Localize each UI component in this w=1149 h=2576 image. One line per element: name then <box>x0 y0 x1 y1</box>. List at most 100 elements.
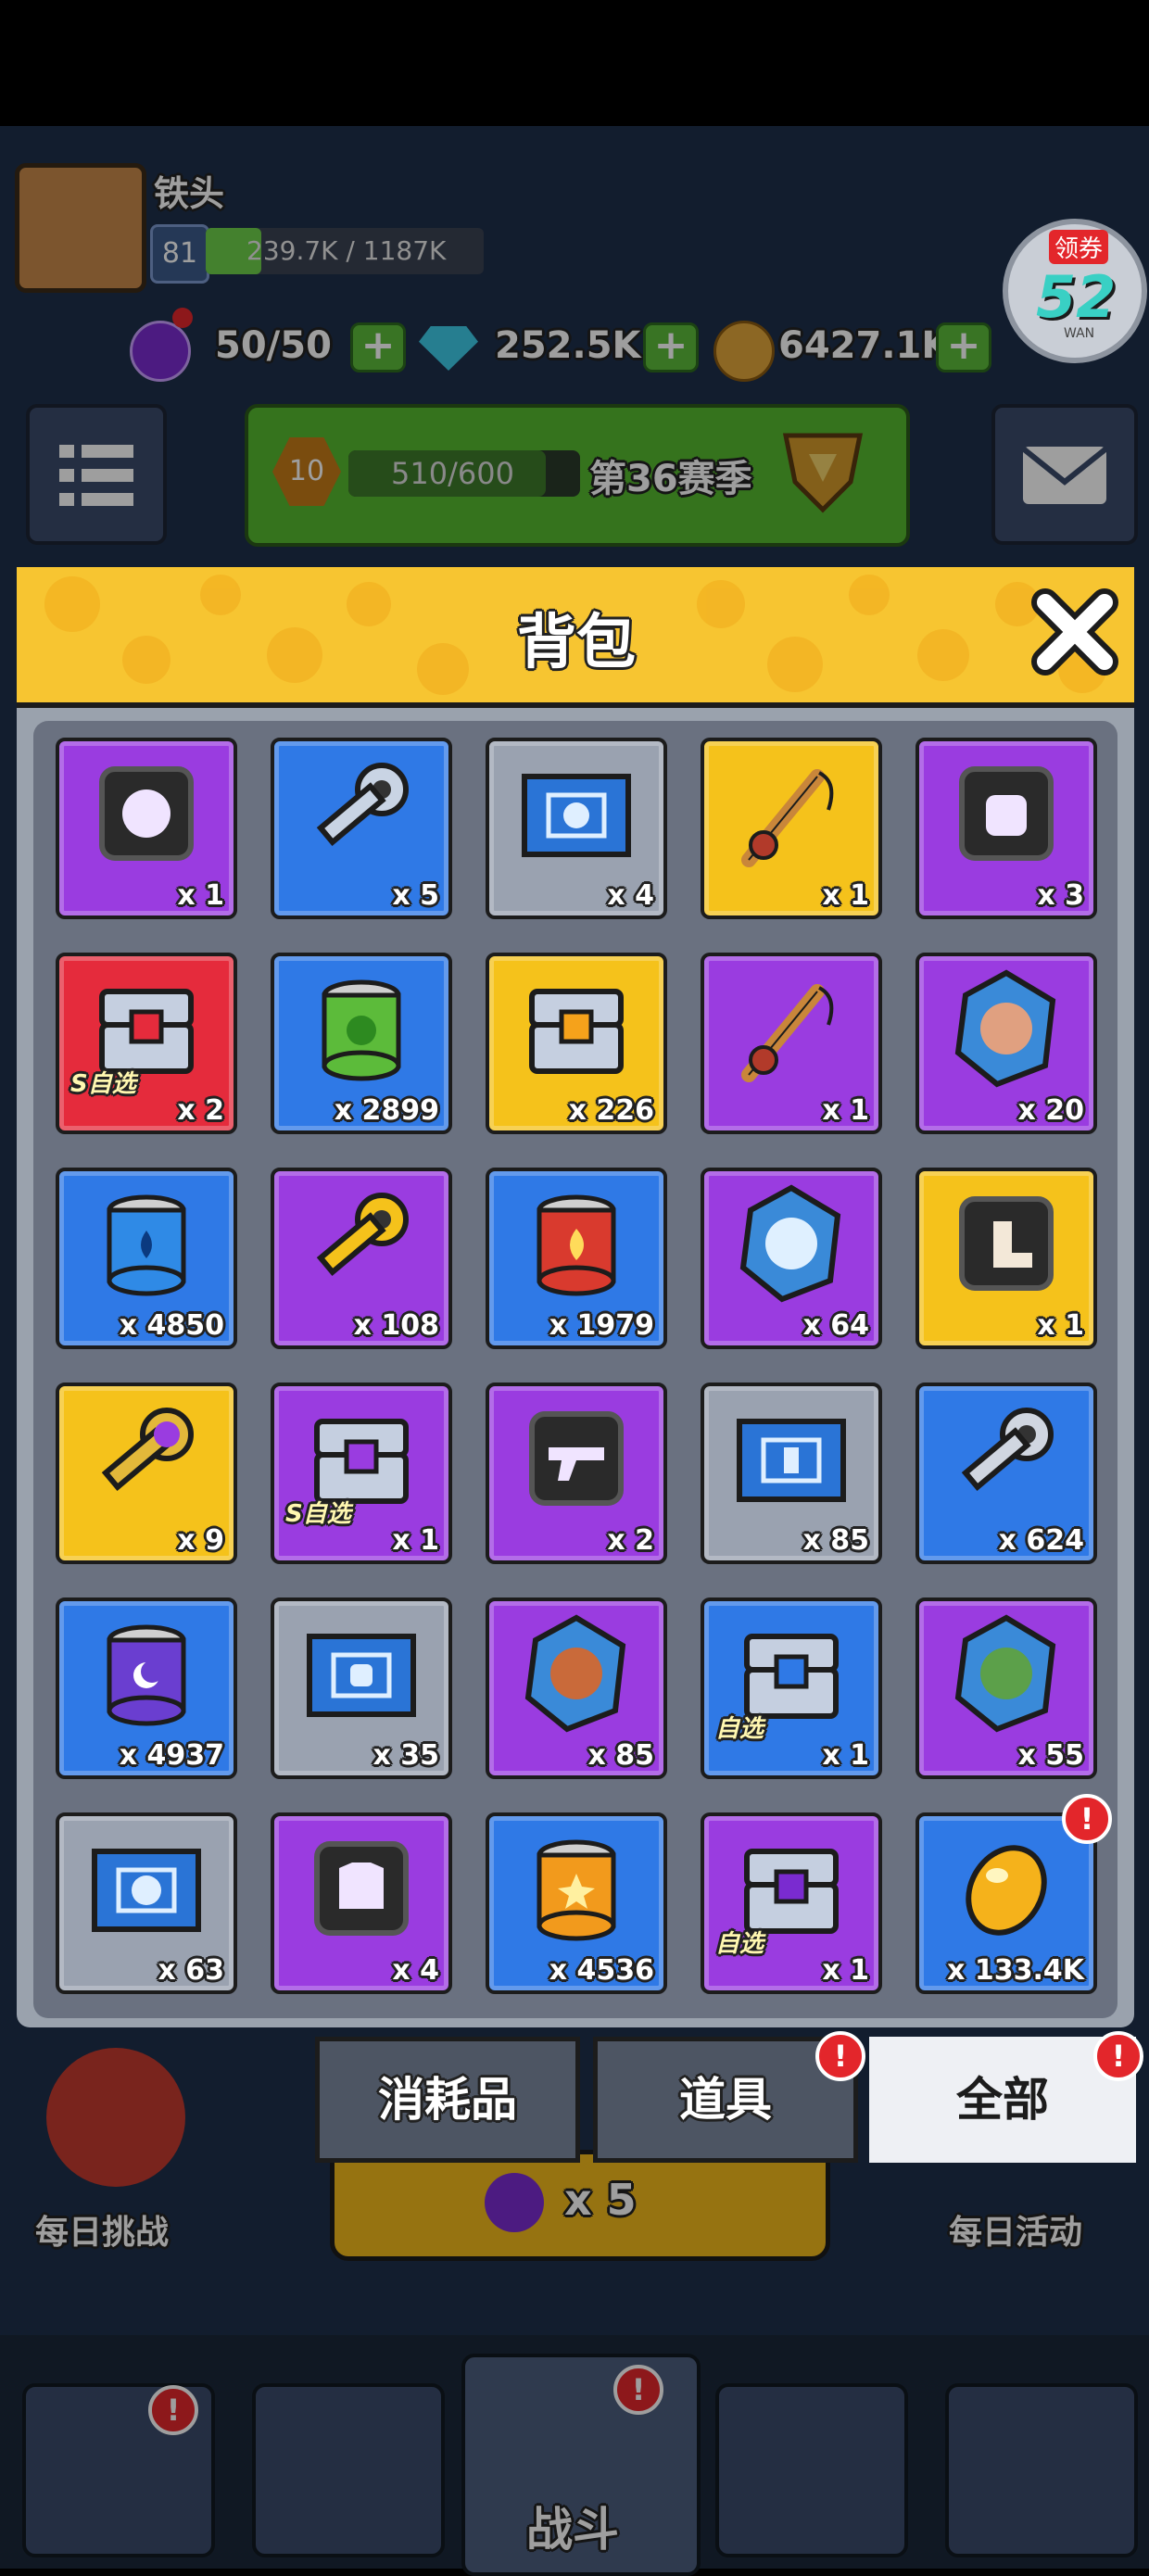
season-rank-badge: 10 <box>272 437 341 506</box>
item-quantity: x 4850 <box>119 1309 224 1342</box>
item-slot-blueprint-backpack[interactable]: x 35 <box>271 1597 452 1779</box>
nav-battle[interactable]: 战斗 <box>461 2354 701 2576</box>
mail-button[interactable] <box>991 404 1138 545</box>
item-quantity: x 55 <box>1017 1739 1084 1772</box>
item-slot-silver-key[interactable]: x 5 <box>271 738 452 919</box>
item-slot-purple-key[interactable]: x 9 <box>56 1383 237 1564</box>
item-slot-ninja-shard[interactable]: x 55 <box>915 1597 1097 1779</box>
item-tag: S自选 <box>70 1070 136 1098</box>
item-slot-gold-key[interactable]: x 108 <box>271 1168 452 1349</box>
season-progress-text: 510/600 <box>391 456 514 491</box>
nav-map[interactable] <box>715 2383 908 2557</box>
item-slot-fishing-rod[interactable]: x 1 <box>701 953 882 1134</box>
nav-shop-alert: ! <box>148 2385 198 2435</box>
item-quantity: x 4536 <box>549 1954 654 1987</box>
avatar[interactable] <box>15 163 146 293</box>
item-slot-hero-shard[interactable]: x 20 <box>915 953 1097 1134</box>
player-level-badge: 81 <box>150 224 209 284</box>
item-quantity: x 1 <box>822 879 869 912</box>
close-button[interactable] <box>1027 584 1123 680</box>
item-quantity: x 64 <box>802 1309 869 1342</box>
item-slot-gun[interactable]: x 2 <box>486 1383 667 1564</box>
item-slot-gold-egg[interactable]: x 133.4K <box>915 1812 1097 1994</box>
player-name: 铁头 <box>154 173 225 214</box>
promo-tag: 领券 <box>1049 230 1109 264</box>
promo-badge[interactable]: 领券 52 WAN <box>1003 219 1147 363</box>
item-slot-ghost-shard[interactable]: x 64 <box>701 1168 882 1349</box>
daily-activity-label: 每日活动 <box>949 2214 1083 2252</box>
item-slot-purple-gem-chest[interactable]: 自选 x 1 <box>701 1812 882 1994</box>
coin-add-button[interactable]: + <box>936 322 991 373</box>
item-slot-blueprint-boots[interactable]: x 85 <box>701 1383 882 1564</box>
daily-challenge-label: 每日挑战 <box>35 2214 170 2252</box>
item-alert-badge: ! <box>1062 1794 1112 1844</box>
nav-equipment[interactable] <box>252 2383 445 2557</box>
item-slot-red-chest[interactable]: S自选 x 2 <box>56 953 237 1134</box>
close-icon <box>1031 588 1118 676</box>
item-quantity: x 5 <box>392 879 439 912</box>
mail-icon <box>1021 446 1108 504</box>
item-quantity: x 35 <box>372 1739 439 1772</box>
item-quantity: x 3 <box>1037 879 1084 912</box>
item-slot-star-can[interactable]: x 4536 <box>486 1812 667 1994</box>
tab-consumables[interactable]: 消耗品 <box>315 2037 580 2163</box>
nav-upgrade[interactable] <box>945 2383 1138 2557</box>
item-quantity: x 4 <box>392 1954 439 1987</box>
trophy-icon <box>782 433 864 513</box>
item-quantity: x 2899 <box>334 1094 439 1127</box>
item-quantity: x 9 <box>177 1524 224 1557</box>
item-quantity: x 133.4K <box>947 1954 1084 1987</box>
item-slot-blueprint-helmet[interactable]: x 4 <box>486 738 667 919</box>
daily-challenge-button[interactable]: 每日挑战 <box>9 2048 250 2261</box>
item-quantity: x 85 <box>802 1524 869 1557</box>
item-tag: S自选 <box>285 1500 351 1528</box>
item-slot-armor[interactable]: x 4 <box>271 1812 452 1994</box>
menu-button[interactable] <box>26 404 167 545</box>
promo-number: 52 <box>1036 263 1117 331</box>
item-slot-raccoon-shard[interactable]: x 85 <box>486 1597 667 1779</box>
season-progress-bar: 510/600 <box>348 450 580 497</box>
item-slot-moon-can[interactable]: x 4937 <box>56 1597 237 1779</box>
item-quantity: x 108 <box>353 1309 439 1342</box>
item-quantity: x 226 <box>568 1094 654 1127</box>
item-quantity: x 624 <box>998 1524 1084 1557</box>
item-slot-blue-chest[interactable]: 自选 x 1 <box>701 1597 882 1779</box>
energy-add-button[interactable]: + <box>350 322 406 373</box>
item-quantity: x 4937 <box>119 1739 224 1772</box>
backpack-title: 背包 <box>517 609 636 677</box>
item-quantity: x 63 <box>158 1954 224 1987</box>
energy-cost: x 5 <box>564 2175 637 2225</box>
gem-add-button[interactable]: + <box>643 322 699 373</box>
item-quantity: x 1 <box>822 1739 869 1772</box>
coin-icon <box>713 321 775 382</box>
item-slot-boots[interactable]: x 1 <box>915 1168 1097 1349</box>
item-slot-purple-chest[interactable]: S自选 x 1 <box>271 1383 452 1564</box>
item-quantity: x 1 <box>822 1954 869 1987</box>
coin-value: 6427.1K <box>778 324 951 367</box>
item-quantity: x 1 <box>822 1094 869 1127</box>
season-panel[interactable]: 10 510/600 第36赛季 <box>245 404 910 547</box>
item-tag: 自选 <box>715 1930 764 1958</box>
player-level: 81 <box>161 237 198 270</box>
tab-alert-badge: ! <box>1093 2031 1143 2081</box>
daily-activity-button[interactable]: 每日活动 <box>936 2159 1140 2261</box>
start-battle-button[interactable]: x 5 <box>330 2150 830 2261</box>
item-quantity: x 2 <box>607 1524 654 1557</box>
item-slot-green-can[interactable]: x 2899 <box>271 953 452 1134</box>
item-slot-helmet[interactable]: x 1 <box>56 738 237 919</box>
item-quantity: x 2 <box>177 1094 224 1127</box>
item-slot-fishing-rod[interactable]: x 1 <box>701 738 882 919</box>
gem-value: 252.5K <box>495 324 641 367</box>
season-rank: 10 <box>288 455 325 487</box>
item-quantity: x 20 <box>1017 1094 1084 1127</box>
item-slot-gold-chest[interactable]: x 226 <box>486 953 667 1134</box>
item-slot-backpack[interactable]: x 3 <box>915 738 1097 919</box>
item-quantity: x 1979 <box>549 1309 654 1342</box>
item-quantity: x 1 <box>177 879 224 912</box>
item-slot-ring-key[interactable]: x 624 <box>915 1383 1097 1564</box>
backpack-header: 背包 <box>17 567 1134 708</box>
exp-bar: 239.7K / 1187K <box>206 228 484 274</box>
item-slot-blueprint-mask[interactable]: x 63 <box>56 1812 237 1994</box>
item-slot-fire-can[interactable]: x 1979 <box>486 1168 667 1349</box>
item-slot-water-can[interactable]: x 4850 <box>56 1168 237 1349</box>
